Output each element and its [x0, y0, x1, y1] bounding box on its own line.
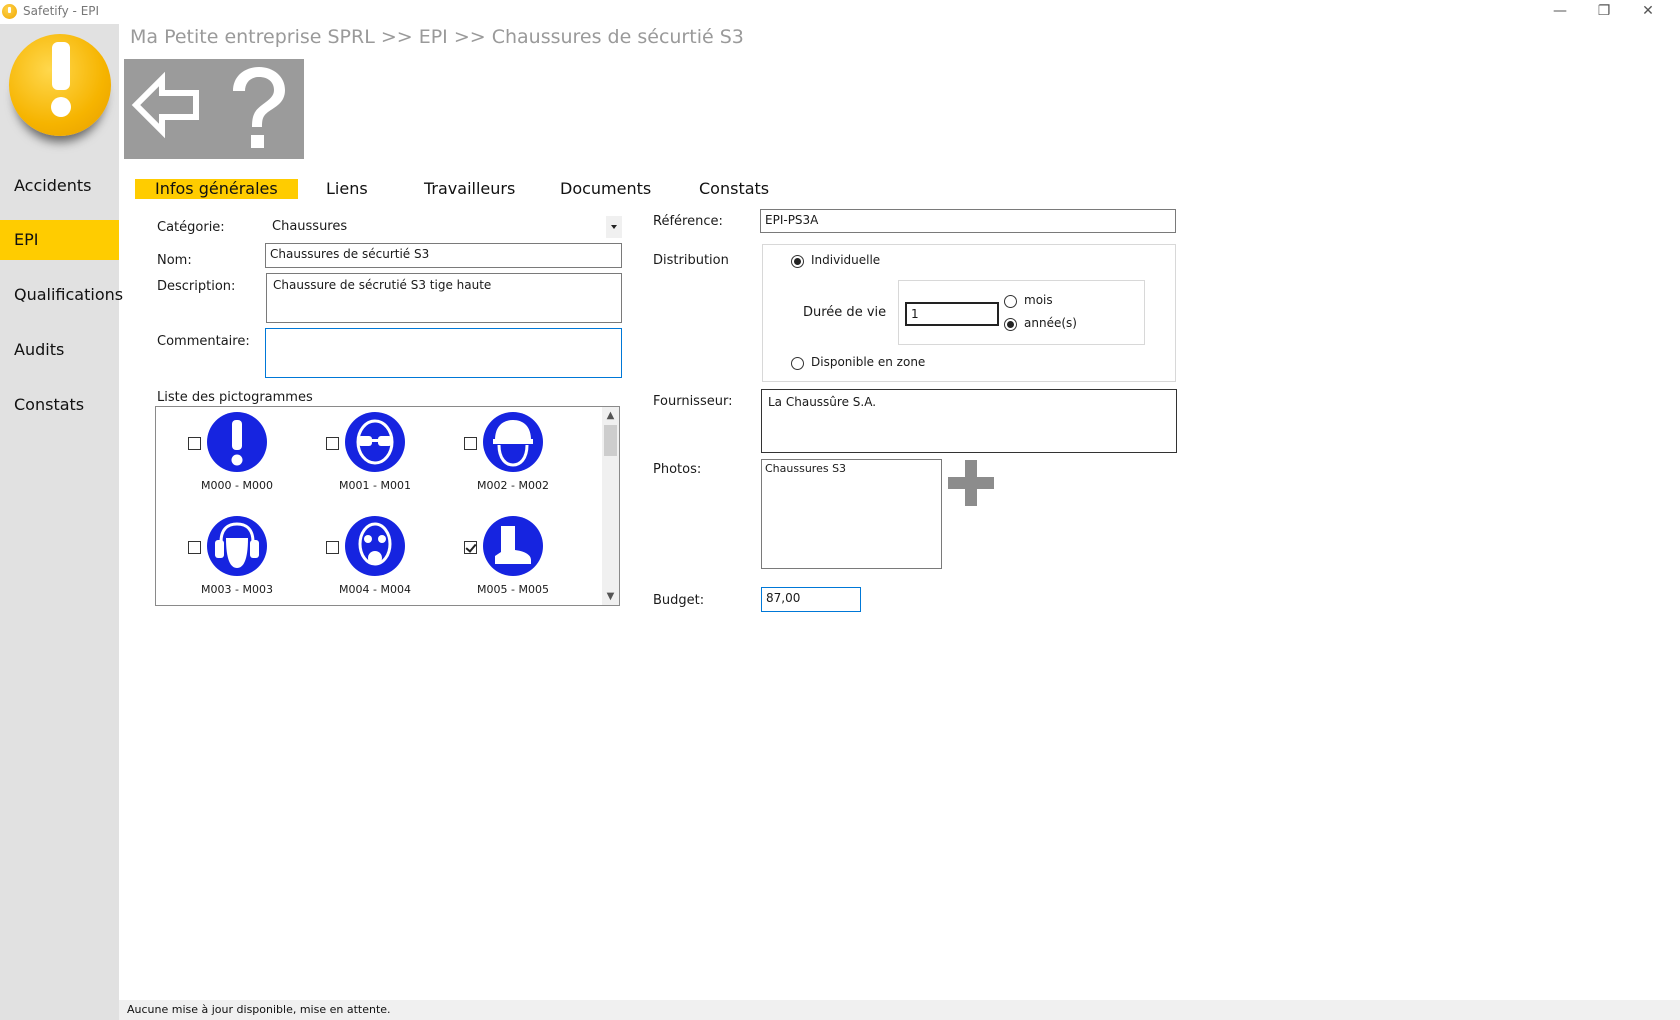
duree-label: Durée de vie [803, 305, 887, 320]
mois-radio[interactable] [1004, 295, 1017, 308]
photos-label: Photos: [653, 462, 702, 477]
categorie-select[interactable]: Chaussures [266, 216, 622, 238]
add-photo-button[interactable] [948, 460, 994, 506]
commentaire-field[interactable] [265, 328, 622, 378]
pictogram-caption: M002 - M002 [477, 479, 549, 492]
individuelle-label: Individuelle [811, 253, 881, 267]
fournisseur-label: Fournisseur: [653, 394, 733, 409]
scroll-up-icon[interactable]: ▲ [602, 407, 619, 424]
photos-list[interactable]: Chaussures S3 [761, 459, 942, 569]
sidebar: Accidents EPI Qualifications Audits Cons… [0, 24, 123, 1020]
pictogram-checkbox[interactable] [464, 541, 477, 554]
annees-label: année(s) [1024, 316, 1077, 330]
pictogram-checkbox[interactable] [464, 437, 477, 450]
gas-mask-icon [345, 516, 405, 576]
safety-boot-icon [483, 516, 543, 576]
disponible-radio[interactable] [791, 357, 804, 370]
disponible-label: Disponible en zone [811, 355, 926, 369]
status-bar: Aucune mise à jour disponible, mise en a… [119, 1000, 1680, 1020]
pictogram-caption: M001 - M001 [339, 479, 411, 492]
fournisseur-field[interactable]: La Chaussûre S.A. [761, 389, 1177, 453]
pictogram-item: M002 - M002 [464, 412, 594, 507]
sidebar-item-epi[interactable]: EPI [0, 220, 119, 260]
individuelle-radio[interactable] [791, 255, 804, 268]
safetify-logo [9, 34, 111, 136]
annees-radio[interactable] [1004, 318, 1017, 331]
description-label: Description: [157, 279, 236, 294]
scroll-down-icon[interactable]: ▼ [602, 588, 619, 605]
pictogram-caption: M003 - M003 [201, 583, 273, 596]
tab-constats[interactable]: Constats [699, 179, 769, 199]
restore-button[interactable]: ❐ [1582, 0, 1626, 24]
arrow-left-icon [131, 71, 199, 139]
sidebar-item-constats[interactable]: Constats [0, 385, 119, 425]
back-button[interactable] [124, 59, 214, 159]
duree-group: mois année(s) 1 [898, 280, 1145, 345]
pictogram-item: M000 - M000 [188, 412, 318, 507]
duree-field[interactable]: 1 [905, 302, 999, 326]
pictogram-checkbox[interactable] [326, 541, 339, 554]
budget-field[interactable]: 87,00 [761, 587, 861, 612]
pictogram-checkbox[interactable] [188, 541, 201, 554]
categorie-value: Chaussures [272, 219, 348, 234]
tab-documents[interactable]: Documents [560, 179, 651, 199]
breadcrumb: Ma Petite entreprise SPRL >> EPI >> Chau… [130, 26, 744, 48]
pictogram-item: M001 - M001 [326, 412, 456, 507]
distribution-group: Individuelle mois année(s) 1 Durée de vi… [762, 244, 1176, 382]
minimize-button[interactable]: — [1538, 0, 1582, 24]
sidebar-item-qualifications[interactable]: Qualifications [0, 275, 123, 315]
commentaire-label: Commentaire: [157, 334, 250, 349]
photo-item[interactable]: Chaussures S3 [765, 462, 938, 475]
pictogram-checkbox[interactable] [326, 437, 339, 450]
reference-label: Référence: [653, 214, 723, 229]
nom-label: Nom: [157, 253, 192, 268]
pictogram-checkbox[interactable] [188, 437, 201, 450]
ear-protection-icon [207, 516, 267, 576]
tab-liens[interactable]: Liens [326, 179, 368, 199]
scroll-thumb[interactable] [604, 425, 617, 456]
pictogram-caption: M004 - M004 [339, 583, 411, 596]
pictogram-item: M004 - M004 [326, 516, 456, 605]
safety-glasses-icon [345, 412, 405, 472]
help-button[interactable] [214, 59, 304, 159]
chevron-down-icon [606, 216, 622, 238]
distribution-label: Distribution [653, 253, 729, 268]
exclamation-icon [207, 412, 267, 472]
description-field[interactable]: Chaussure de sécrutié S3 tige haute [266, 273, 622, 323]
pictos-label: Liste des pictogrammes [157, 390, 313, 405]
pictogram-caption: M005 - M005 [477, 583, 549, 596]
sidebar-item-audits[interactable]: Audits [0, 330, 119, 370]
mois-label: mois [1024, 293, 1053, 307]
plus-icon [948, 460, 994, 506]
close-button[interactable]: ✕ [1626, 0, 1670, 24]
title-bar: Safetify - EPI — ❐ ✕ [0, 0, 1680, 24]
pictogram-scrollbar[interactable]: ▲ ▼ [602, 407, 619, 605]
sidebar-item-accidents[interactable]: Accidents [0, 166, 119, 206]
toolbar [124, 59, 304, 159]
help-icon [233, 67, 285, 148]
pictogram-caption: M000 - M000 [201, 479, 273, 492]
app-icon [2, 4, 17, 19]
nom-field[interactable]: Chaussures de sécurtié S3 [265, 243, 622, 268]
hard-hat-icon [483, 412, 543, 472]
pictogram-item: M003 - M003 [188, 516, 318, 605]
window-title: Safetify - EPI [23, 4, 100, 18]
pictogram-item: M005 - M005 [464, 516, 594, 605]
tab-travailleurs[interactable]: Travailleurs [424, 179, 515, 199]
tab-infos-generales[interactable]: Infos générales [135, 179, 298, 199]
reference-field[interactable]: EPI-PS3A [760, 209, 1176, 233]
budget-label: Budget: [653, 593, 705, 608]
categorie-label: Catégorie: [157, 220, 225, 235]
pictogram-list[interactable]: M000 - M000 M001 - M001 M002 - M002 M003… [155, 406, 620, 606]
